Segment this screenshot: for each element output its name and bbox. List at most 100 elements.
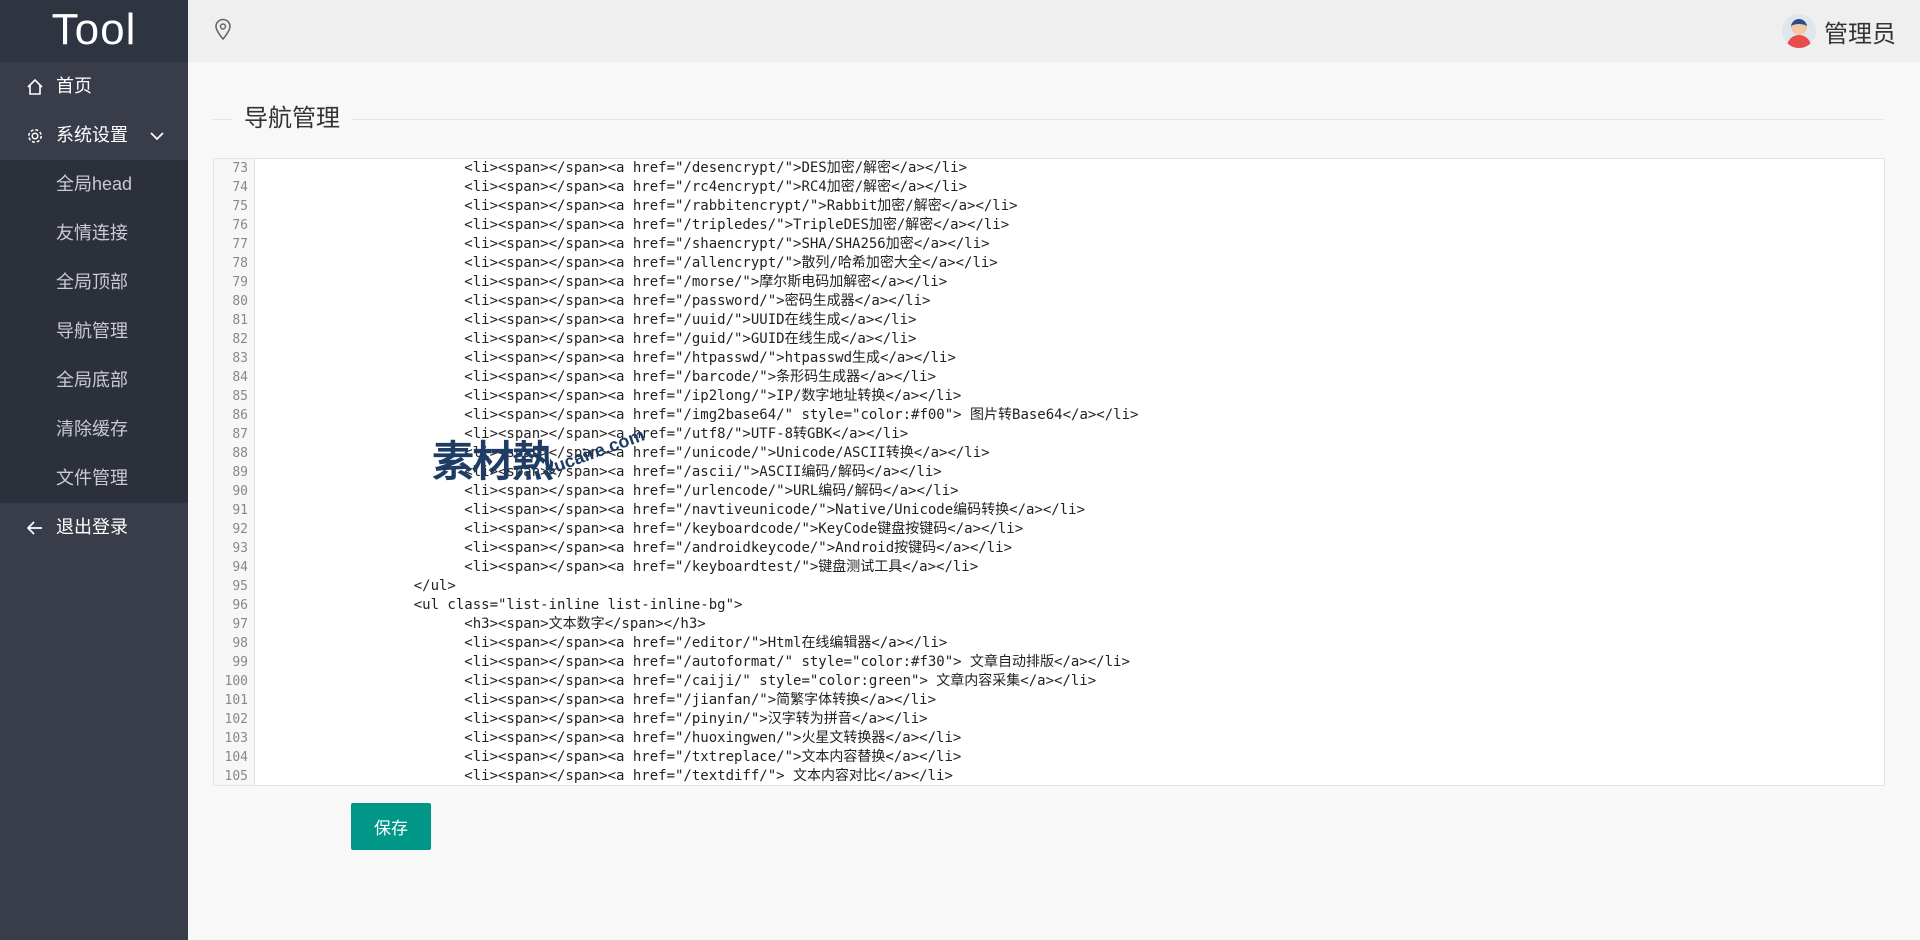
code-line: 80 <li><span></span><a href="/password/"… [214,292,1884,311]
line-number: 80 [232,294,248,309]
line-number: 103 [224,731,248,746]
gear-icon [24,111,46,160]
sidebar-item-logout[interactable]: 退出登录 [0,503,188,552]
code-text: <li><span></span><a href="/desencrypt/">… [262,160,968,176]
arrow-left-icon [24,503,46,552]
line-number: 101 [224,693,248,708]
line-number: 92 [232,522,248,537]
code-text: <li><span></span><a href="/caiji/" style… [262,673,1097,689]
code-line: 102 <li><span></span><a href="/pinyin/">… [214,710,1884,729]
code-text: <li><span></span><a href="/autoformat/" … [262,654,1130,670]
code-line: 73 <li><span></span><a href="/desencrypt… [214,159,1884,178]
code-line: 85 <li><span></span><a href="/ip2long/">… [214,387,1884,406]
code-editor[interactable]: 73 <li><span></span><a href="/desencrypt… [213,158,1885,786]
line-number: 94 [232,560,248,575]
code-text: <li><span></span><a href="/androidkeycod… [262,540,1013,556]
sidebar-subitem-nav-manage[interactable]: 导航管理 [0,307,188,356]
code-line: 96 <ul class="list-inline list-inline-bg… [214,596,1884,615]
line-number: 90 [232,484,248,499]
sidebar-item-home[interactable]: 首页 [0,62,188,111]
code-text: <li><span></span><a href="/rabbitencrypt… [262,198,1018,214]
line-number: 104 [224,750,248,765]
code-text: <li><span></span><a href="/editor/">Html… [262,635,948,651]
line-number: 73 [232,161,248,176]
section-header: 导航管理 [212,105,1884,135]
line-number: 84 [232,370,248,385]
sidebar: Tool 首页 系统设置 全局head 友情连接 全局顶部 导航管理 全局底部 … [0,0,188,940]
sidebar-subitem-global-top[interactable]: 全局顶部 [0,258,188,307]
code-line: 105 <li><span></span><a href="/textdiff/… [214,767,1884,785]
code-text: </ul> [262,578,456,594]
line-number: 75 [232,199,248,214]
sidebar-subitem-global-head[interactable]: 全局head [0,160,188,209]
code-text: <li><span></span><a href="/pinyin/">汉字转为… [262,711,928,727]
code-line: 90 <li><span></span><a href="/urlencode/… [214,482,1884,501]
code-text: <li><span></span><a href="/img2base64/" … [262,407,1139,423]
code-line: 89 <li><span></span><a href="/ascii/">AS… [214,463,1884,482]
chevron-down-icon [150,111,164,160]
line-number: 97 [232,617,248,632]
line-number: 86 [232,408,248,423]
sidebar-subitem-file-manage[interactable]: 文件管理 [0,454,188,503]
code-line: 95 </ul> [214,577,1884,596]
code-line: 98 <li><span></span><a href="/editor/">H… [214,634,1884,653]
code-text: <li><span></span><a href="/ip2long/">IP/… [262,388,962,404]
line-number: 87 [232,427,248,442]
line-number: 102 [224,712,248,727]
code-line: 88 <li><span></span><a href="/unicode/">… [214,444,1884,463]
code-text: <li><span></span><a href="/ascii/">ASCII… [262,464,942,480]
app-logo: Tool [0,0,188,62]
sidebar-subitem-friend-links[interactable]: 友情连接 [0,209,188,258]
code-line: 91 <li><span></span><a href="/navtiveuni… [214,501,1884,520]
code-text: <li><span></span><a href="/shaencrypt/">… [262,236,990,252]
user-name: 管理员 [1824,20,1896,48]
home-icon [24,62,46,111]
code-text: <li><span></span><a href="/utf8/">UTF-8转… [262,426,909,442]
line-number: 76 [232,218,248,233]
code-line: 97 <h3><span>文本数字</span></h3> [214,615,1884,634]
code-line: 83 <li><span></span><a href="/htpasswd/"… [214,349,1884,368]
code-text: <li><span></span><a href="/guid/">GUID在线… [262,331,917,347]
code-line: 87 <li><span></span><a href="/utf8/">UTF… [214,425,1884,444]
code-line: 93 <li><span></span><a href="/androidkey… [214,539,1884,558]
line-number: 79 [232,275,248,290]
code-line: 79 <li><span></span><a href="/morse/">摩尔… [214,273,1884,292]
code-text: <li><span></span><a href="/unicode/">Uni… [262,445,990,461]
location-pin-icon[interactable] [214,18,232,45]
user-menu[interactable]: 管理员 [1782,12,1896,50]
sidebar-subitem-clear-cache[interactable]: 清除缓存 [0,405,188,454]
line-number: 77 [232,237,248,252]
code-line: 78 <li><span></span><a href="/allencrypt… [214,254,1884,273]
code-line: 75 <li><span></span><a href="/rabbitencr… [214,197,1884,216]
sidebar-item-label: 首页 [56,76,92,96]
code-line: 94 <li><span></span><a href="/keyboardte… [214,558,1884,577]
line-number: 99 [232,655,248,670]
code-text: <li><span></span><a href="/tripledes/">T… [262,217,1010,233]
line-number: 95 [232,579,248,594]
sidebar-item-label: 系统设置 [56,125,128,145]
code-line: 100 <li><span></span><a href="/caiji/" s… [214,672,1884,691]
code-text: <li><span></span><a href="/urlencode/">U… [262,483,959,499]
code-text: <li><span></span><a href="/huoxingwen/">… [262,730,962,746]
top-header: 管理员 [188,0,1920,62]
line-number: 96 [232,598,248,613]
code-line: 81 <li><span></span><a href="/uuid/">UUI… [214,311,1884,330]
sidebar-item-system-settings[interactable]: 系统设置 [0,111,188,160]
code-line: 77 <li><span></span><a href="/shaencrypt… [214,235,1884,254]
save-button[interactable]: 保存 [351,803,431,850]
code-line: 74 <li><span></span><a href="/rc4encrypt… [214,178,1884,197]
sidebar-subitem-global-bottom[interactable]: 全局底部 [0,356,188,405]
line-number: 74 [232,180,248,195]
page-title: 导航管理 [232,105,352,133]
line-number: 82 [232,332,248,347]
code-line: 103 <li><span></span><a href="/huoxingwe… [214,729,1884,748]
sidebar-item-label: 退出登录 [56,517,128,537]
line-number: 85 [232,389,248,404]
line-number: 91 [232,503,248,518]
user-avatar-icon [1782,14,1816,48]
code-text: <li><span></span><a href="/htpasswd/">ht… [262,350,956,366]
code-line: 86 <li><span></span><a href="/img2base64… [214,406,1884,425]
code-text: <li><span></span><a href="/keyboardtest/… [262,559,979,575]
line-number: 100 [224,674,248,689]
line-number: 83 [232,351,248,366]
